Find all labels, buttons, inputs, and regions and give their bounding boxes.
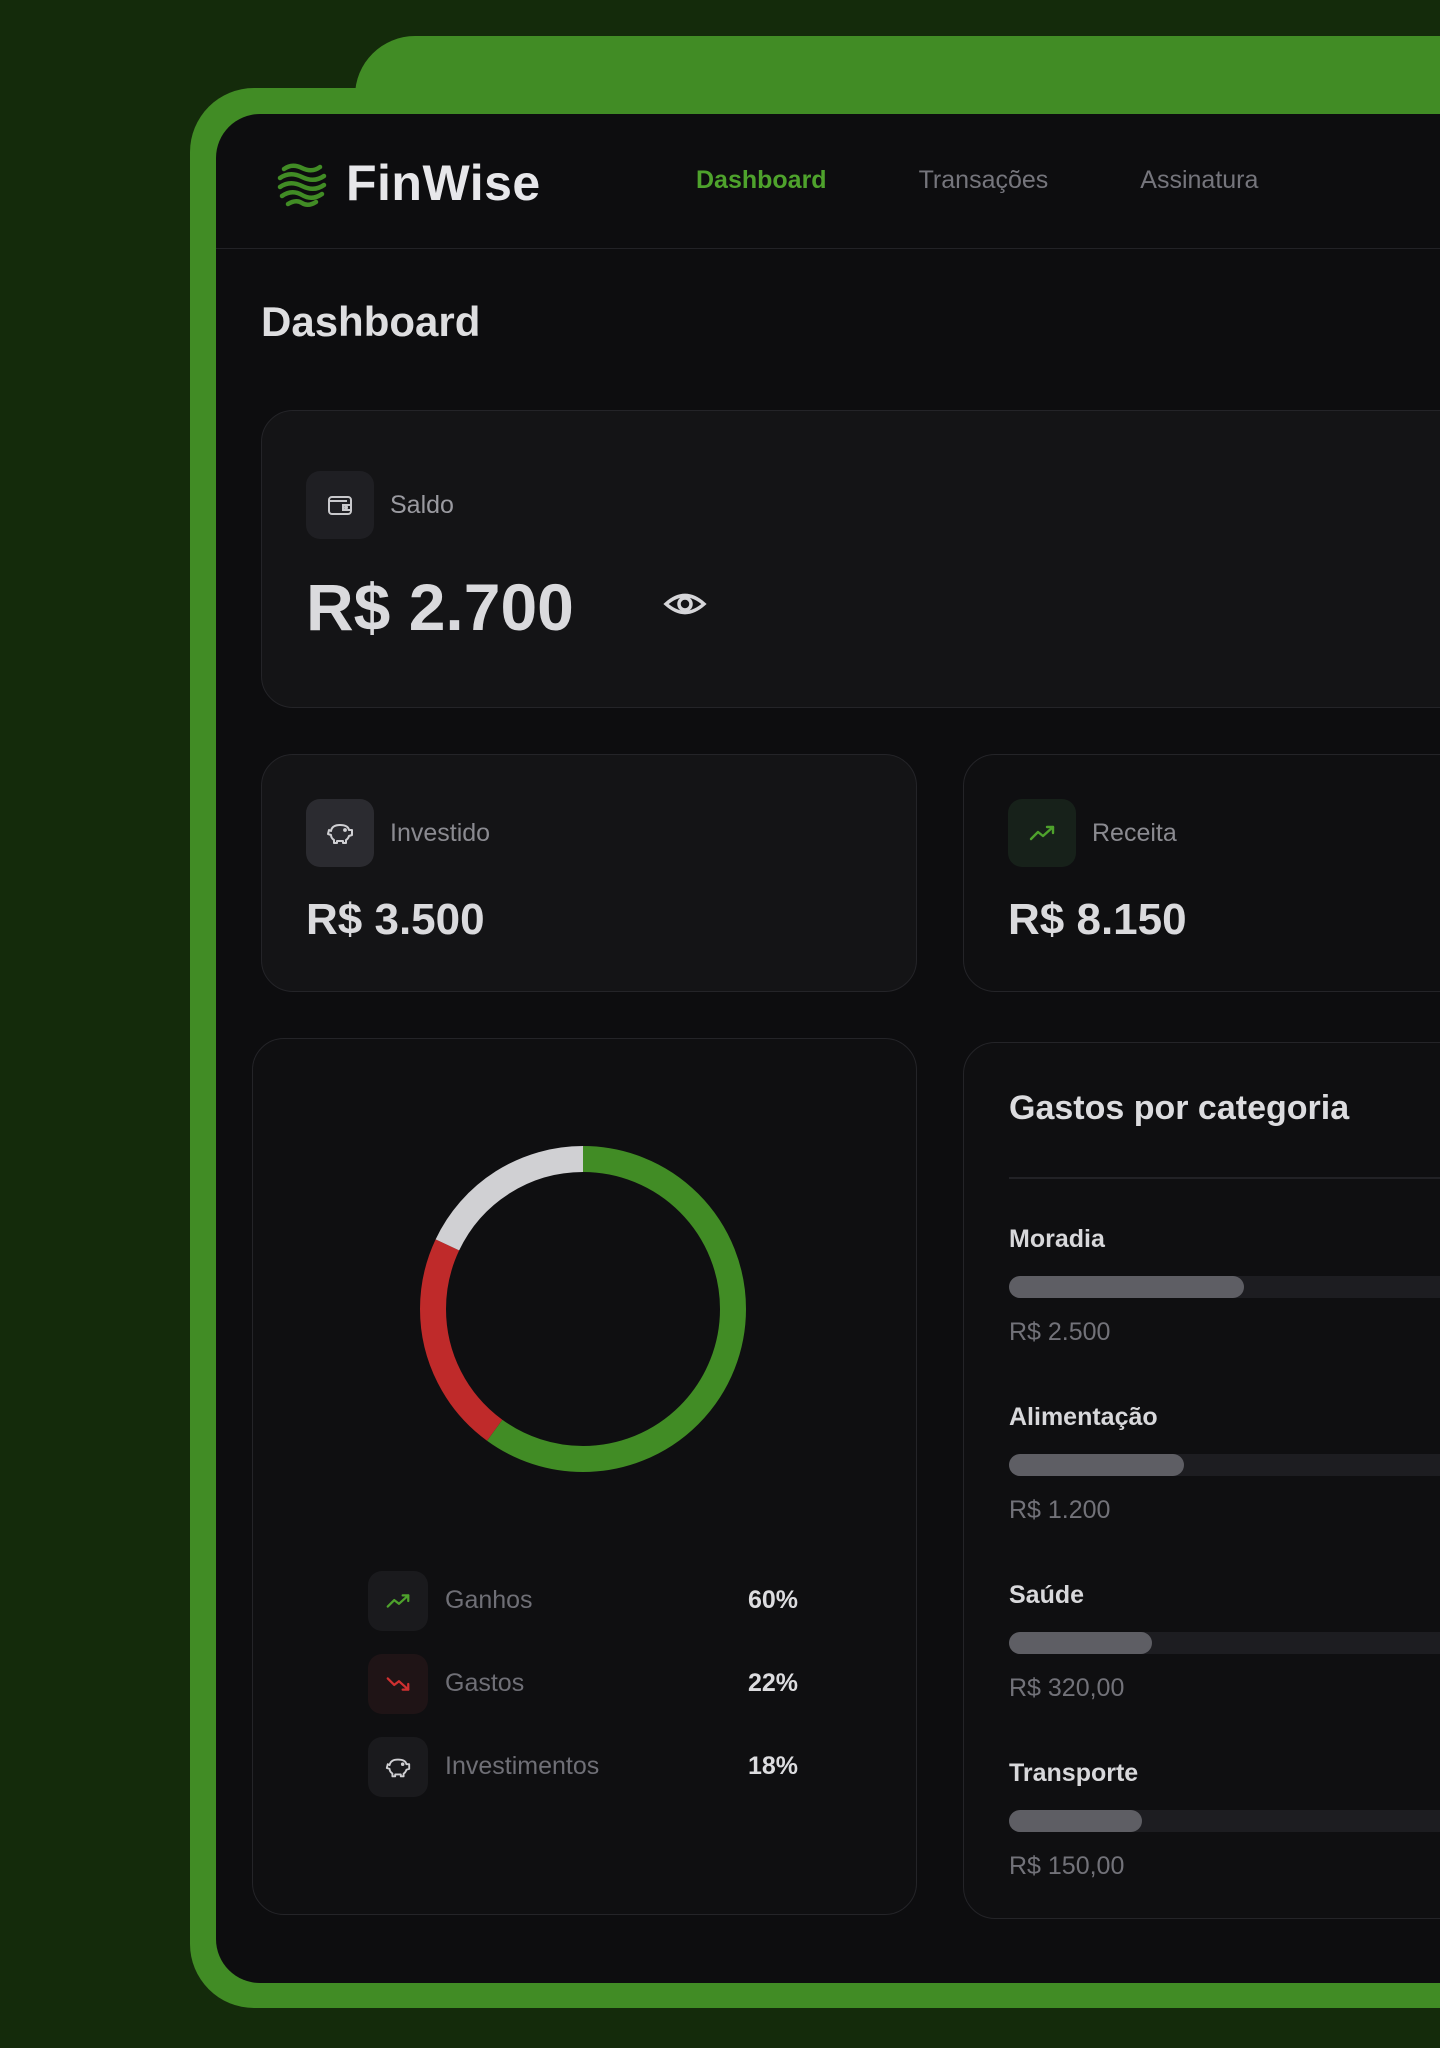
category-amount: R$ 150,00 [1009,1852,1125,1880]
piggy-icon-box [306,799,374,867]
legend-value: 60% [747,1586,798,1614]
category-item-transporte: Transporte R$ 150,00 [1009,1759,1440,1881]
category-item-saude: Saúde R$ 320,00 [1009,1581,1440,1703]
balance-value: R$ 2.700 [306,570,574,644]
category-amount: R$ 2.500 [1009,1318,1111,1346]
top-nav: FinWise Dashboard Transações Assinatura [216,114,1440,249]
revenue-label: Receita [1092,819,1177,847]
legend-label: Ganhos [445,1586,533,1614]
app-window: FinWise Dashboard Transações Assinatura … [216,114,1440,1983]
piggy-bank-icon [327,824,353,844]
waves-logo-icon [277,163,327,207]
category-amount: R$ 320,00 [1009,1674,1125,1702]
nav-link-assinatura[interactable]: Assinatura [1140,166,1258,195]
revenue-value: R$ 8.150 [1008,895,1187,944]
wallet-icon [328,496,352,515]
legend-label: Gastos [445,1669,525,1697]
spending-by-category-card: Gastos por categoria Moradia R$ 2.500 Al… [963,1042,1440,1919]
trending-up-icon [1029,825,1055,841]
distribution-chart-card: Ganhos 60% Gastos 22% Investimentos 18% [252,1038,917,1915]
category-item-moradia: Moradia R$ 2.500 [1009,1225,1440,1347]
donut-chart [420,1146,746,1472]
piggy-bank-icon [385,1758,411,1778]
balance-label: Saldo [390,491,454,519]
invested-card: Investido R$ 3.500 [261,754,917,992]
revenue-icon-box [1008,799,1076,867]
trending-up-icon [386,1594,410,1608]
invested-label: Investido [390,819,491,847]
legend-icon-box [368,1737,428,1797]
app-name: FinWise [346,155,541,211]
card-title: Gastos por categoria [1009,1089,1350,1127]
legend-icon-box [368,1571,428,1631]
divider [1009,1177,1440,1179]
category-name: Alimentação [1009,1403,1158,1431]
category-amount: R$ 1.200 [1009,1496,1111,1524]
category-progress-track [1009,1454,1440,1476]
trending-down-icon [386,1677,410,1691]
invested-value: R$ 3.500 [306,895,485,944]
page-title: Dashboard [261,298,481,345]
legend-value: 18% [747,1752,798,1780]
legend-row-gastos: Gastos 22% [368,1654,798,1714]
category-name: Saúde [1009,1581,1085,1609]
category-item-alimentacao: Alimentação R$ 1.200 [1009,1403,1440,1525]
brand-logo[interactable]: FinWise [274,154,541,212]
legend-icon-box [368,1654,428,1714]
legend-value: 22% [747,1669,798,1697]
category-progress-fill [1009,1454,1184,1476]
category-progress-track [1009,1632,1440,1654]
category-progress-fill [1009,1276,1244,1298]
category-progress-track [1009,1810,1440,1832]
category-progress-track [1009,1276,1440,1298]
legend-label: Investimentos [445,1752,600,1780]
eye-icon[interactable] [662,581,708,627]
category-name: Moradia [1009,1225,1105,1253]
nav-link-transacoes[interactable]: Transações [919,166,1049,195]
legend-row-investimentos: Investimentos 18% [368,1737,798,1797]
category-progress-fill [1009,1632,1152,1654]
nav-link-dashboard[interactable]: Dashboard [696,166,827,195]
wallet-icon-box [306,471,374,539]
revenue-card: Receita R$ 8.150 [963,754,1440,992]
legend-row-ganhos: Ganhos 60% [368,1571,798,1631]
nav-links: Dashboard Transações Assinatura [696,166,1350,195]
category-progress-fill [1009,1810,1143,1832]
balance-card: Saldo R$ 2.700 [261,410,1440,708]
category-name: Transporte [1009,1759,1139,1787]
